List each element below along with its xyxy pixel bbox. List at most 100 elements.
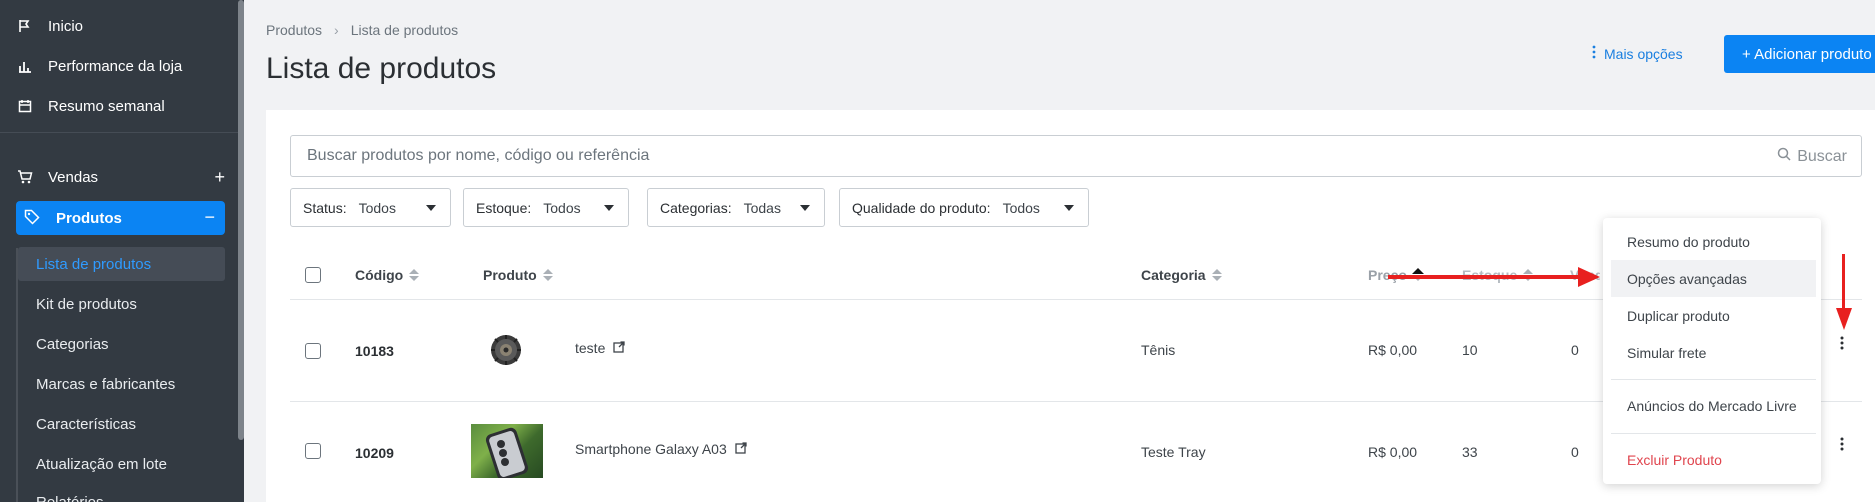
annotation-arrowhead-right <box>1578 267 1600 287</box>
column-header-codigo[interactable]: Código <box>355 267 420 283</box>
breadcrumb-link-produtos[interactable]: Produtos <box>266 22 322 38</box>
product-sales: 0 <box>1571 444 1579 460</box>
sidebar-scrollbar[interactable] <box>238 0 244 440</box>
menu-item-duplicar-produto[interactable]: Duplicar produto <box>1603 297 1821 334</box>
filter-value: Todos <box>543 199 581 216</box>
sidebar-subitem-caracteristicas[interactable]: Características <box>36 416 136 433</box>
search-box: Buscar <box>290 135 1862 177</box>
submenu-guide <box>16 248 18 502</box>
filter-label: Categorias: <box>660 199 732 216</box>
search-button[interactable]: Buscar <box>1777 147 1847 166</box>
sidebar-item-label: Vendas <box>48 168 99 186</box>
external-link-icon[interactable] <box>613 340 626 356</box>
flag-icon <box>16 17 34 35</box>
product-thumbnail[interactable] <box>471 424 543 478</box>
sidebar-divider <box>0 132 238 133</box>
add-product-label: + Adicionar produto <box>1742 45 1872 63</box>
product-price: R$ 0,00 <box>1368 444 1418 460</box>
caret-down-icon <box>800 205 810 211</box>
menu-divider <box>1611 433 1816 434</box>
sidebar: Inicio Performance da loja Resumo semana… <box>0 0 244 502</box>
sidebar-item-label: Produtos <box>56 209 122 227</box>
search-icon <box>1777 147 1791 166</box>
menu-item-excluir-produto[interactable]: Excluir Produto <box>1603 441 1821 478</box>
search-button-label: Buscar <box>1797 147 1847 165</box>
product-code: 10209 <box>355 445 394 461</box>
product-name: teste <box>575 340 606 356</box>
row-actions-menu: Resumo do produto Opções avançadas Dupli… <box>1603 218 1821 484</box>
product-name-link[interactable]: Smartphone Galaxy A03 <box>575 441 747 457</box>
product-stock: 33 <box>1462 444 1478 460</box>
column-header-categoria[interactable]: Categoria <box>1141 267 1222 283</box>
sidebar-section-produtos[interactable]: Produtos − <box>16 201 225 235</box>
menu-divider <box>1611 379 1816 380</box>
cart-icon <box>16 168 34 186</box>
annotation-arrowhead-down <box>1836 308 1852 330</box>
filter-value: Todos <box>358 199 396 216</box>
filter-label: Status: <box>303 199 347 216</box>
collapse-icon[interactable]: − <box>204 207 215 228</box>
product-category: Teste Tray <box>1141 444 1206 460</box>
product-name: Smartphone Galaxy A03 <box>575 441 727 457</box>
menu-item-resumo-do-produto[interactable]: Resumo do produto <box>1603 223 1821 260</box>
sidebar-item-label: Performance da loja <box>48 57 183 75</box>
filter-value: Todos <box>1002 199 1040 216</box>
more-options-label: Mais opções <box>1604 45 1683 62</box>
sort-icon <box>409 269 420 281</box>
row-checkbox[interactable] <box>305 443 321 459</box>
sidebar-item-resumo-semanal[interactable]: Resumo semanal <box>16 88 165 124</box>
select-all-checkbox[interactable] <box>305 267 321 283</box>
product-sales: 0 <box>1571 342 1579 358</box>
caret-down-icon <box>1064 205 1074 211</box>
caret-down-icon <box>604 205 614 211</box>
column-header-label: Categoria <box>1141 267 1206 283</box>
sidebar-item-performance[interactable]: Performance da loja <box>16 48 182 84</box>
annotation-arrow-right <box>1388 275 1584 279</box>
sidebar-subitem-lista-de-produtos[interactable]: Lista de produtos <box>18 247 225 281</box>
product-stock: 10 <box>1462 342 1478 358</box>
filter-categorias[interactable]: Categorias: Todas <box>647 188 825 227</box>
sidebar-item-inicio[interactable]: Inicio <box>16 8 83 44</box>
more-options-button[interactable]: Mais opções <box>1592 45 1683 62</box>
sidebar-item-label: Resumo semanal <box>48 97 165 115</box>
filter-value: Todas <box>743 199 781 216</box>
breadcrumb-current: Lista de produtos <box>350 22 459 38</box>
search-input[interactable] <box>291 136 1691 176</box>
column-header-label: Código <box>355 267 404 283</box>
filter-label: Estoque: <box>476 199 532 216</box>
sort-icon <box>542 269 553 281</box>
chevron-right-icon: › <box>334 22 339 38</box>
product-category: Tênis <box>1141 342 1176 358</box>
sidebar-subitem-marcas[interactable]: Marcas e fabricantes <box>36 376 175 393</box>
filter-qualidade[interactable]: Qualidade do produto: Todos <box>839 188 1089 227</box>
filter-estoque[interactable]: Estoque: Todos <box>463 188 629 227</box>
sidebar-subitem-atualizacao-em-lote[interactable]: Atualização em lote <box>36 456 167 473</box>
product-price: R$ 0,00 <box>1368 342 1418 358</box>
vertical-dots-icon <box>1592 45 1596 62</box>
external-link-icon[interactable] <box>735 441 747 457</box>
column-header-produto[interactable]: Produto <box>483 267 553 283</box>
sidebar-subitem-relatorios[interactable]: Relatórios <box>36 494 104 502</box>
menu-item-opcoes-avancadas[interactable]: Opções avançadas <box>1611 260 1816 297</box>
menu-item-anuncios-mercado-livre[interactable]: Anúncios do Mercado Livre <box>1603 387 1821 424</box>
breadcrumb: Produtos › Lista de produtos <box>266 22 458 38</box>
sidebar-subitem-categorias[interactable]: Categorias <box>36 336 109 353</box>
menu-item-simular-frete[interactable]: Simular frete <box>1603 334 1821 371</box>
sidebar-section-vendas[interactable]: Vendas + <box>16 159 225 195</box>
filter-status[interactable]: Status: Todos <box>290 188 451 227</box>
sidebar-item-label: Inicio <box>48 17 84 35</box>
product-name-link[interactable]: teste <box>575 340 626 356</box>
tag-icon <box>24 209 42 227</box>
product-code: 10183 <box>355 343 394 359</box>
expand-icon[interactable]: + <box>214 167 225 188</box>
row-checkbox[interactable] <box>305 343 321 359</box>
row-actions-icon[interactable] <box>1840 335 1844 356</box>
add-product-button[interactable]: + Adicionar produto <box>1724 35 1875 73</box>
product-thumbnail[interactable] <box>488 332 524 368</box>
caret-up-icon <box>1412 268 1424 274</box>
bar-chart-icon <box>16 57 34 75</box>
row-actions-icon[interactable] <box>1840 436 1844 457</box>
page-title: Lista de produtos <box>266 52 497 85</box>
column-header-label: Produto <box>483 267 537 283</box>
sidebar-subitem-kit-de-produtos[interactable]: Kit de produtos <box>36 296 137 313</box>
